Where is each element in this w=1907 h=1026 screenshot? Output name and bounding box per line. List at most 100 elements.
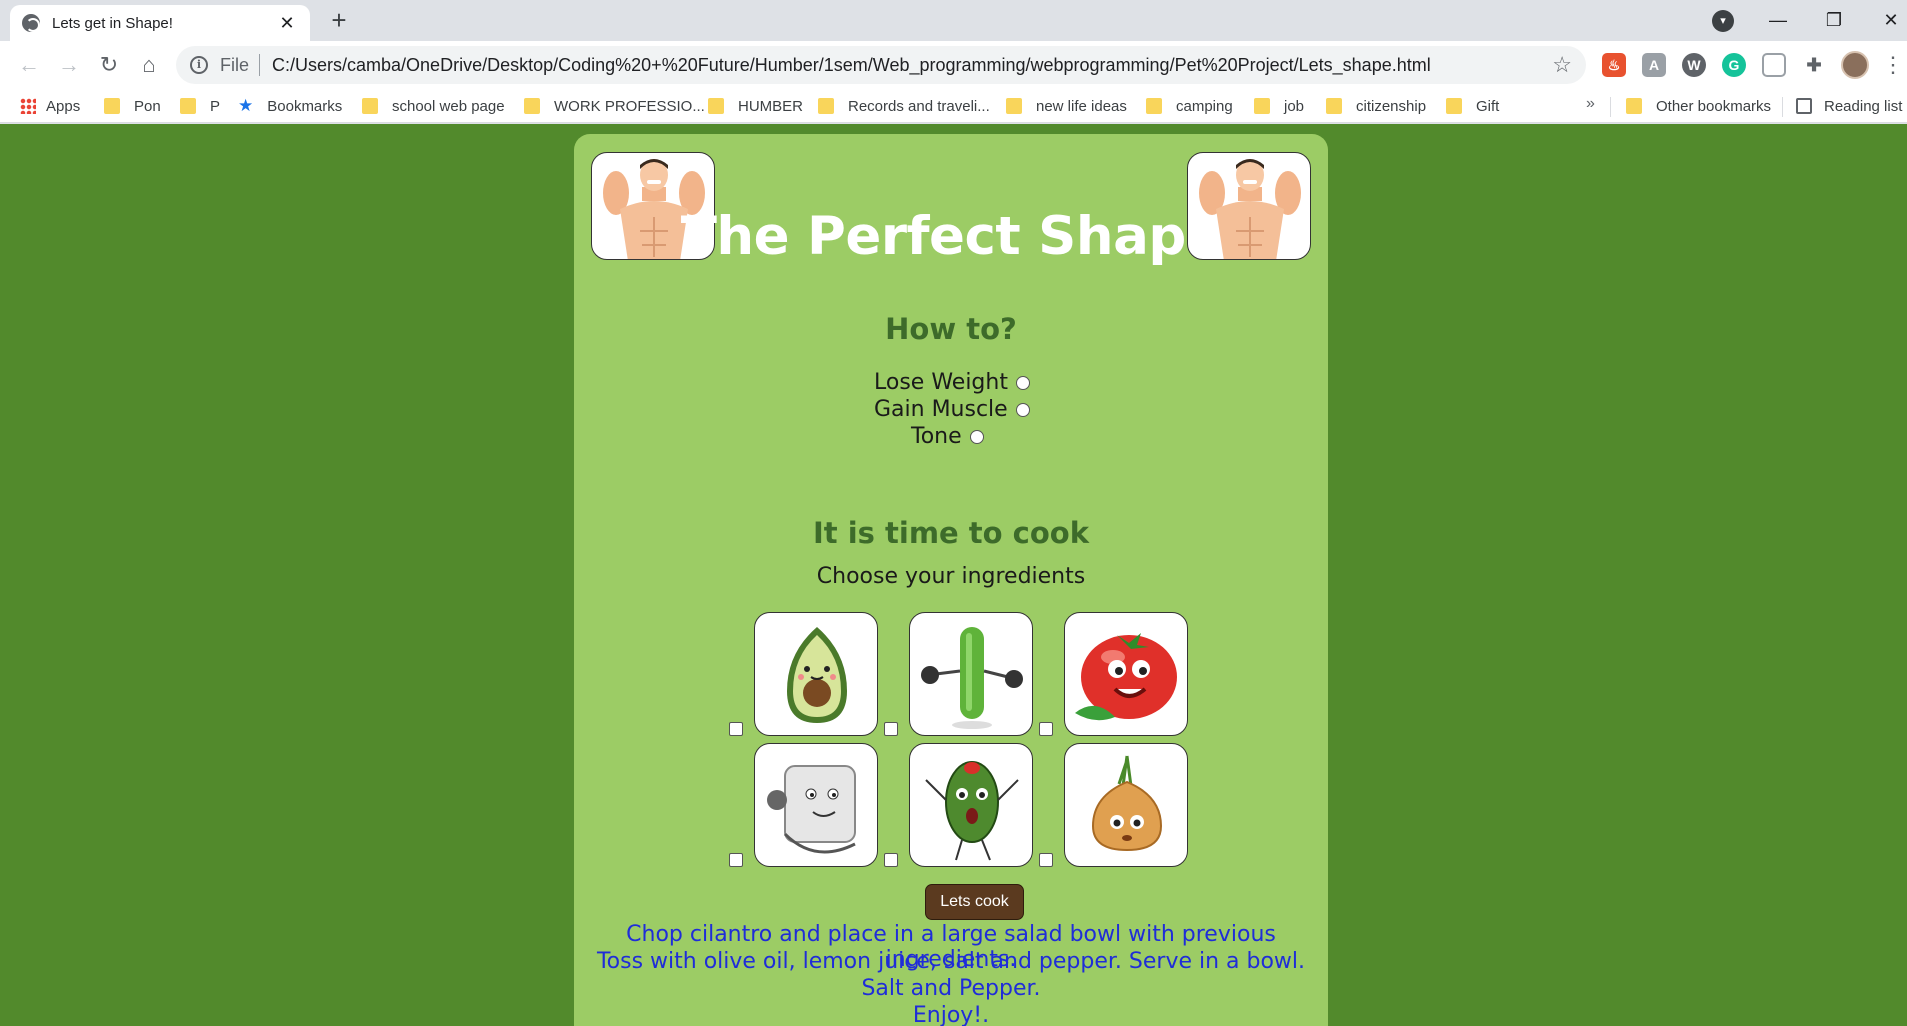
- how-to-heading: How to?: [885, 312, 1017, 346]
- grater-image: [754, 743, 878, 867]
- bookmark-label: Bookmarks: [267, 97, 343, 115]
- url-divider: [259, 54, 261, 76]
- clipboard-extension-icon[interactable]: [1762, 53, 1786, 77]
- maximize-button[interactable]: ❐: [1814, 4, 1854, 36]
- bookmark-folder[interactable]: WORK PROFESSIO...: [524, 95, 705, 117]
- ingredients-prompt: Choose your ingredients: [816, 564, 1086, 589]
- goal-radio[interactable]: [969, 429, 984, 444]
- goal-option-gain-muscle[interactable]: Gain Muscle: [874, 397, 1030, 422]
- tab-title: Lets get in Shape!: [52, 14, 173, 32]
- bookmark-folder[interactable]: school web page: [362, 95, 505, 117]
- minimize-button[interactable]: —: [1758, 4, 1798, 36]
- page-viewport: The Perfect Shape How to? Lose Weight Ga…: [0, 124, 1907, 1026]
- bookmark-label: Apps: [46, 97, 81, 115]
- main-card: The Perfect Shape How to? Lose Weight Ga…: [574, 134, 1328, 1026]
- new-tab-button[interactable]: +: [326, 7, 352, 34]
- bookmark-other[interactable]: Other bookmarks: [1626, 95, 1771, 117]
- goal-option-tone[interactable]: Tone: [911, 424, 984, 449]
- more-menu-icon[interactable]: ⋮: [1882, 51, 1904, 79]
- address-bar[interactable]: i File C:/Users/camba/OneDrive/Desktop/C…: [176, 46, 1586, 84]
- cook-heading: It is time to cook: [812, 516, 1090, 550]
- bookmarks-divider: [1782, 97, 1783, 117]
- goal-label: Lose Weight: [874, 370, 1008, 395]
- bookmark-star-icon[interactable]: ☆: [1552, 52, 1572, 78]
- ingredient-checkbox-avocado[interactable]: [729, 722, 743, 736]
- folder-icon: [1006, 98, 1022, 114]
- recipe-line: Toss with olive oil, lemon juice, salt a…: [596, 949, 1306, 974]
- reading-list[interactable]: Reading list: [1796, 95, 1902, 117]
- bookmark-folder[interactable]: Gift: [1446, 95, 1499, 117]
- bookmark-folder[interactable]: camping: [1146, 95, 1233, 117]
- avocado-image: [754, 612, 878, 736]
- bookmarks-bar: Apps Pon P ★ Bookmarks school web page WO…: [0, 89, 1907, 123]
- translate-extension-icon[interactable]: A: [1642, 53, 1666, 77]
- bookmark-label: citizenship: [1356, 97, 1427, 115]
- bookmark-folder[interactable]: Records and traveli...: [818, 95, 990, 117]
- browser-tab[interactable]: Lets get in Shape! ✕: [10, 5, 310, 41]
- goal-radio[interactable]: [1015, 375, 1030, 390]
- bookmark-folder[interactable]: P: [180, 95, 220, 117]
- page-scrollbar[interactable]: [1903, 124, 1907, 1026]
- recipe-line: Salt and Pepper.: [861, 976, 1041, 1001]
- bookmark-label: job: [1284, 97, 1305, 115]
- cucumber-image: [909, 612, 1033, 736]
- bookmark-label: new life ideas: [1036, 97, 1127, 115]
- window-close-button[interactable]: ✕: [1871, 4, 1907, 36]
- apps-grid-icon: [20, 98, 36, 114]
- bookmarks-divider: [1610, 97, 1611, 117]
- bookmark-label: Records and traveli...: [848, 97, 990, 115]
- bookmark-label: HUMBER: [738, 97, 804, 115]
- tab-search-icon[interactable]: ▾: [1712, 10, 1734, 32]
- ingredient-checkbox-tomato[interactable]: [1039, 722, 1053, 736]
- goal-radio[interactable]: [1015, 402, 1030, 417]
- ingredient-checkbox-cucumber[interactable]: [884, 722, 898, 736]
- globe-icon: [22, 14, 40, 32]
- profile-avatar[interactable]: [1841, 51, 1869, 79]
- url-text[interactable]: C:/Users/camba/OneDrive/Desktop/Coding%2…: [272, 55, 1552, 76]
- bookmark-apps[interactable]: Apps: [20, 95, 80, 117]
- puzzle-extensions-icon[interactable]: ✚: [1802, 53, 1826, 77]
- bookmark-folder[interactable]: new life ideas: [1006, 95, 1127, 117]
- bookmark-folder[interactable]: citizenship: [1326, 95, 1426, 117]
- folder-icon: [708, 98, 724, 114]
- star-icon: ★: [238, 96, 254, 115]
- bookmark-label: camping: [1176, 97, 1233, 115]
- grammarly-extension-icon[interactable]: G: [1722, 53, 1746, 77]
- bookmark-label: P: [210, 97, 221, 115]
- folder-icon: [818, 98, 834, 114]
- goal-option-lose-weight[interactable]: Lose Weight: [874, 370, 1030, 395]
- bookmark-label: WORK PROFESSIO...: [554, 97, 705, 115]
- reading-list-icon: [1796, 98, 1812, 114]
- bookmark-label: school web page: [392, 97, 505, 115]
- goal-label: Tone: [911, 424, 962, 449]
- ingredient-checkbox-grater[interactable]: [729, 853, 743, 867]
- tab-close-icon[interactable]: ✕: [276, 13, 298, 34]
- bookmark-folder[interactable]: Pon: [104, 95, 161, 117]
- lets-cook-button[interactable]: Lets cook: [925, 884, 1024, 920]
- fire-extension-icon[interactable]: ♨: [1602, 53, 1626, 77]
- tab-strip: Lets get in Shape! ✕ + ▾ — ❐ ✕: [0, 0, 1907, 41]
- wordtune-extension-icon[interactable]: W: [1682, 53, 1706, 77]
- forward-arrow-icon[interactable]: →: [54, 50, 84, 80]
- page-title: The Perfect Shape: [680, 206, 1222, 267]
- folder-icon: [180, 98, 196, 114]
- url-scheme: File: [220, 54, 250, 75]
- bookmark-link[interactable]: ★ Bookmarks: [238, 95, 342, 117]
- home-icon[interactable]: ⌂: [134, 50, 164, 80]
- bookmarks-overflow-icon[interactable]: »: [1586, 95, 1595, 113]
- folder-icon: [104, 98, 120, 114]
- info-icon[interactable]: i: [190, 56, 208, 74]
- folder-icon: [1254, 98, 1270, 114]
- bookmark-folder[interactable]: job: [1254, 95, 1304, 117]
- bookmark-folder[interactable]: HUMBER: [708, 95, 803, 117]
- folder-icon: [524, 98, 540, 114]
- ingredient-checkbox-olive[interactable]: [884, 853, 898, 867]
- back-arrow-icon[interactable]: ←: [14, 50, 44, 80]
- tomato-image: [1064, 612, 1188, 736]
- reload-icon[interactable]: ↻: [94, 50, 124, 80]
- onion-image: [1064, 743, 1188, 867]
- olive-image: [909, 743, 1033, 867]
- folder-icon: [1446, 98, 1462, 114]
- folder-icon: [1626, 98, 1642, 114]
- ingredient-checkbox-onion[interactable]: [1039, 853, 1053, 867]
